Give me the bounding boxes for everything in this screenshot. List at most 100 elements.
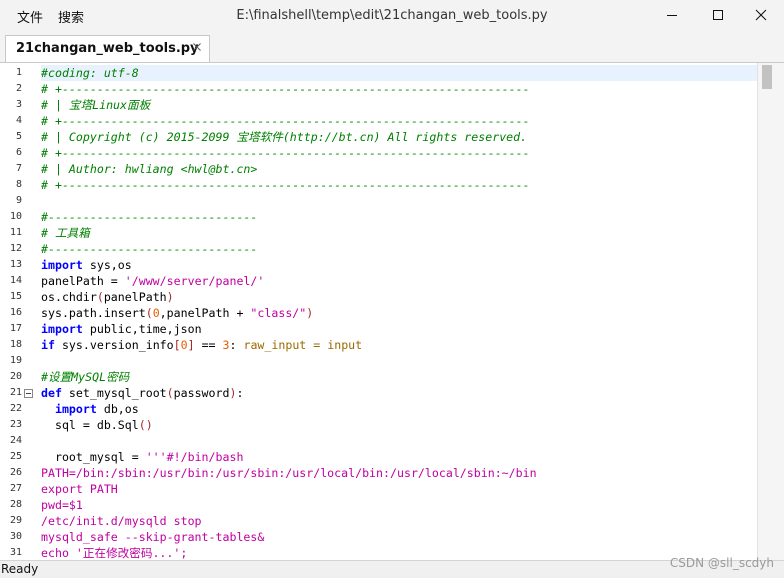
code-token: #设置MySQL密码 xyxy=(41,370,130,384)
line-number: 14 xyxy=(9,275,22,286)
code-line: sql = db.Sql() xyxy=(41,417,153,433)
code-line: import db,os xyxy=(41,401,139,417)
line-number: 4 xyxy=(15,115,22,126)
line-number: 29 xyxy=(9,515,22,526)
line-number: 22 xyxy=(9,403,22,414)
title-bar: 文件 搜索 E:\finalshell\temp\edit\21changan_… xyxy=(0,0,784,32)
code-token: def xyxy=(41,386,62,400)
code-token: 0 xyxy=(152,306,160,320)
code-line: root_mysql = '''#!/bin/bash xyxy=(41,449,243,465)
code-line: sys.path.insert(0,panelPath + "class/") xyxy=(41,305,313,321)
code-token: ( xyxy=(145,306,153,320)
vertical-scrollbar[interactable] xyxy=(757,63,784,561)
tab-file[interactable]: 21changan_web_tools.py xyxy=(5,35,210,62)
code-token: #coding: utf-8 xyxy=(41,66,139,80)
code-line: # +-------------------------------------… xyxy=(41,113,530,129)
code-token: : xyxy=(229,338,244,352)
line-number: 6 xyxy=(15,147,22,158)
code-token: if xyxy=(41,338,55,352)
line-number: 31 xyxy=(9,547,22,558)
code-token: import xyxy=(41,258,83,272)
code-line: import public,time,json xyxy=(41,321,202,337)
code-line: #------------------------------ xyxy=(41,209,257,225)
code-token: 3 xyxy=(222,338,230,352)
code-token: # 工具箱 xyxy=(41,226,90,240)
minimize-icon xyxy=(667,15,677,16)
maximize-button[interactable] xyxy=(695,0,741,30)
code-token: pwd=$1 xyxy=(41,498,83,512)
minimize-button[interactable] xyxy=(649,0,695,30)
code-token: root_mysql = xyxy=(41,450,146,464)
code-line: echo '正在修改密码...'; xyxy=(41,545,187,561)
code-line: # 工具箱 xyxy=(41,225,90,241)
line-number: 28 xyxy=(9,499,22,510)
code-token: == xyxy=(194,338,223,352)
code-line: import sys,os xyxy=(41,257,132,273)
code-token: sql = db.Sql xyxy=(41,418,139,432)
line-number: 20 xyxy=(9,371,22,382)
line-number: 17 xyxy=(9,323,22,334)
line-number: 30 xyxy=(9,531,22,542)
code-line: #设置MySQL密码 xyxy=(41,369,129,385)
tab-close-icon[interactable] xyxy=(193,43,201,51)
code-token: ) xyxy=(306,306,314,320)
code-token: # +-------------------------------------… xyxy=(41,82,530,96)
line-number: 27 xyxy=(9,483,22,494)
code-line: #------------------------------ xyxy=(41,241,257,257)
code-token: password xyxy=(173,386,230,400)
code-token: #------------------------------ xyxy=(41,210,258,224)
code-area[interactable]: #coding: utf-8 # +-----------------------… xyxy=(41,63,758,561)
code-line: # +-------------------------------------… xyxy=(41,145,530,161)
line-number: 10 xyxy=(9,211,22,222)
code-token: sys.path.insert xyxy=(41,306,146,320)
code-line: os.chdir(panelPath) xyxy=(41,289,174,305)
code-token: # | Author: hwliang <hwl@bt.cn> xyxy=(41,162,258,176)
line-number: 5 xyxy=(15,131,22,142)
line-number: 23 xyxy=(9,419,22,430)
line-number: 25 xyxy=(9,451,22,462)
code-token: panelPath xyxy=(103,290,167,304)
code-line: /etc/init.d/mysqld stop xyxy=(41,513,202,529)
code-line: panelPath = '/www/server/panel/' xyxy=(41,273,264,289)
line-number: 9 xyxy=(15,195,22,206)
code-token: # +-------------------------------------… xyxy=(41,146,530,160)
code-token: 0 xyxy=(180,338,188,352)
code-token: '/www/server/panel/' xyxy=(124,274,265,288)
code-token: set_mysql_root xyxy=(61,386,167,400)
code-editor[interactable]: 1 2 3 4 5 6 7 8 9 10 11 12 13 14 15 16 17 18 19 20 21 22 23 24 2… xyxy=(0,62,784,561)
maximize-icon xyxy=(713,10,723,20)
code-token: # +-------------------------------------… xyxy=(41,114,530,128)
code-token: PATH=/bin:/sbin:/usr/bin:/usr/sbin:/usr/… xyxy=(41,466,537,480)
code-token: public,time,json xyxy=(82,322,202,336)
line-number: 16 xyxy=(9,307,22,318)
close-button[interactable] xyxy=(738,0,784,30)
line-number: 8 xyxy=(15,179,22,190)
line-number: 1 xyxy=(15,67,22,78)
code-token: ( xyxy=(96,290,104,304)
code-token: ,panelPath + xyxy=(159,306,251,320)
code-line: #coding: utf-8 xyxy=(41,65,758,81)
code-token: raw_input xyxy=(243,338,307,352)
status-text: Ready xyxy=(1,562,39,576)
scrollbar-thumb[interactable] xyxy=(762,65,772,89)
code-token: #------------------------------ xyxy=(41,242,258,256)
code-line: pwd=$1 xyxy=(41,497,83,513)
code-token: '''#!/bin/bash xyxy=(145,450,244,464)
tab-label: 21changan_web_tools.py xyxy=(16,41,199,56)
fold-collapse-icon[interactable] xyxy=(24,389,33,398)
code-line: # +-------------------------------------… xyxy=(41,177,530,193)
line-number: 21 xyxy=(9,387,22,398)
code-line: mysqld_safe --skip-grant-tables& xyxy=(41,529,264,545)
code-line: PATH=/bin:/sbin:/usr/bin:/usr/sbin:/usr/… xyxy=(41,465,537,481)
line-number: 18 xyxy=(9,339,22,350)
line-number: 24 xyxy=(9,435,22,446)
code-token: export PATH xyxy=(41,482,118,496)
code-line: # | Author: hwliang <hwl@bt.cn> xyxy=(41,161,257,177)
line-number: 13 xyxy=(9,259,22,270)
close-icon xyxy=(755,9,767,21)
code-token: import xyxy=(41,322,83,336)
code-token: () xyxy=(138,418,153,432)
code-token: os.chdir xyxy=(41,290,97,304)
code-token: : xyxy=(236,386,244,400)
